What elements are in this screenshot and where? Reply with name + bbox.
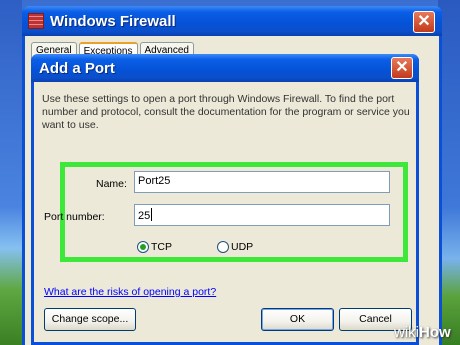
port-number-input[interactable]: 25 (134, 204, 390, 226)
port-number-value: 25 (138, 210, 151, 222)
add-port-dialog: Add a Port ✕ Use these settings to open … (31, 54, 419, 345)
change-scope-button[interactable]: Change scope... (44, 308, 136, 331)
desktop-background-left (0, 0, 22, 345)
tcp-radio[interactable] (137, 241, 149, 253)
name-label: Name: (96, 178, 127, 190)
watermark-how: How (419, 324, 451, 341)
dialog-description: Use these settings to open a port throug… (42, 93, 410, 131)
dialog-title: Add a Port (39, 60, 115, 77)
port-number-label: Port number: (44, 211, 105, 223)
firewall-titlebar: Windows Firewall ✕ (22, 6, 442, 36)
name-input-value: Port25 (138, 175, 171, 187)
dialog-titlebar: Add a Port ✕ (31, 54, 419, 82)
watermark-wiki: wiki (394, 324, 419, 341)
text-caret (151, 208, 153, 221)
wikihow-watermark: wikiHow (394, 324, 451, 341)
udp-radio[interactable] (217, 241, 229, 253)
tcp-label: TCP (151, 241, 172, 253)
port-risks-link[interactable]: What are the risks of opening a port? (44, 286, 216, 298)
firewall-close-button[interactable]: ✕ (413, 11, 435, 33)
name-input[interactable]: Port25 (134, 171, 390, 193)
ok-button[interactable]: OK (261, 308, 334, 331)
firewall-title: Windows Firewall (50, 13, 176, 30)
udp-label: UDP (231, 241, 254, 253)
dialog-close-button[interactable]: ✕ (391, 57, 413, 79)
firewall-icon (28, 13, 44, 29)
